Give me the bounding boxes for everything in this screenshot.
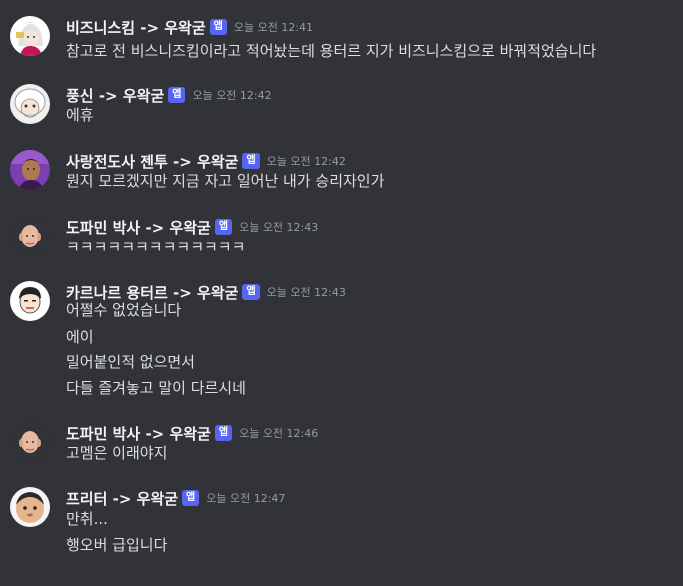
- avatar[interactable]: [10, 487, 50, 527]
- avatar-purple-photo-icon: [10, 150, 50, 190]
- avatar-pink-hair-icon: [10, 16, 50, 56]
- message-text: 행오버 급입니다: [66, 536, 168, 554]
- message-text: 다들 즐겨놓고 말이 다르시네: [66, 379, 246, 397]
- author-name[interactable]: 프리터 -> 우왁굳: [66, 488, 178, 509]
- message-text: 어쩔수 없었습니다: [66, 301, 182, 319]
- message-header: 풍신 -> 우왁굳 앱 오늘 오전 12:42: [66, 84, 272, 106]
- timestamp: 오늘 오전 12:43: [239, 221, 319, 234]
- chat-log: 비즈니스킴 -> 우왁굳 앱 오늘 오전 12:41 참고로 전 비스니즈킴이라…: [0, 0, 683, 586]
- message-text: ㅋㅋㅋㅋㅋㅋㅋㅋㅋㅋㅋㅋㅋ: [66, 238, 246, 256]
- avatar[interactable]: [10, 281, 50, 321]
- avatar[interactable]: [10, 84, 50, 124]
- message-text: 에이: [66, 328, 94, 346]
- message-text: 뭔지 모르겠지만 지금 자고 일어난 내가 승리자인가: [66, 172, 385, 190]
- app-badge: 앱: [182, 490, 200, 506]
- timestamp: 오늘 오전 12:41: [233, 21, 314, 34]
- author-name[interactable]: 도파민 박사 -> 우왁굳: [66, 217, 211, 238]
- avatar-bald-doctor-icon: [10, 422, 50, 462]
- app-badge: 앱: [242, 284, 260, 300]
- timestamp: 오늘 오전 12:47: [206, 492, 286, 505]
- timestamp: 오늘 오전 12:42: [192, 89, 272, 102]
- timestamp: 오늘 오전 12:43: [266, 286, 346, 299]
- avatar[interactable]: [10, 422, 50, 462]
- message-header: 비즈니스킴 -> 우왁굳 앱 오늘 오전 12:41: [66, 16, 313, 38]
- author-name[interactable]: 사랑전도사 젠투 -> 우왁굳: [66, 151, 238, 172]
- message-header: 도파민 박사 -> 우왁굳 앱 오늘 오전 12:46: [66, 422, 318, 444]
- avatar-round-face-icon: [10, 487, 50, 527]
- timestamp: 오늘 오전 12:46: [239, 427, 319, 440]
- message-text: 만취...: [66, 510, 108, 528]
- author-name[interactable]: 풍신 -> 우왁굳: [66, 85, 164, 106]
- message-text: 참고로 전 비스니즈킴이라고 적어놨는데 용터르 지가 비즈니스킴으로 바꿔적었…: [66, 42, 597, 60]
- message-header: 도파민 박사 -> 우왁굳 앱 오늘 오전 12:43: [66, 216, 318, 238]
- message-header: 사랑전도사 젠투 -> 우왁굳 앱 오늘 오전 12:42: [66, 150, 346, 172]
- avatar-dark-hair-man-icon: [10, 281, 50, 321]
- avatar-bald-doctor-icon: [10, 216, 50, 256]
- app-badge: 앱: [242, 153, 260, 169]
- avatar[interactable]: [10, 216, 50, 256]
- app-badge: 앱: [214, 425, 233, 441]
- app-badge: 앱: [209, 19, 227, 35]
- message-text: 밀어붙인적 없으면서: [66, 353, 195, 371]
- timestamp: 오늘 오전 12:42: [266, 155, 346, 168]
- app-badge: 앱: [214, 219, 233, 235]
- avatar[interactable]: [10, 16, 50, 56]
- avatar[interactable]: [10, 150, 50, 190]
- message-text: 에휴: [66, 106, 94, 124]
- app-badge: 앱: [168, 87, 186, 103]
- author-name[interactable]: 도파민 박사 -> 우왁굳: [66, 423, 211, 444]
- message-header: 프리터 -> 우왁굳 앱 오늘 오전 12:47: [66, 487, 285, 509]
- avatar-white-hair-icon: [10, 84, 50, 124]
- message-text: 고멤은 이래야지: [66, 444, 168, 462]
- author-name[interactable]: 비즈니스킴 -> 우왁굳: [66, 17, 206, 38]
